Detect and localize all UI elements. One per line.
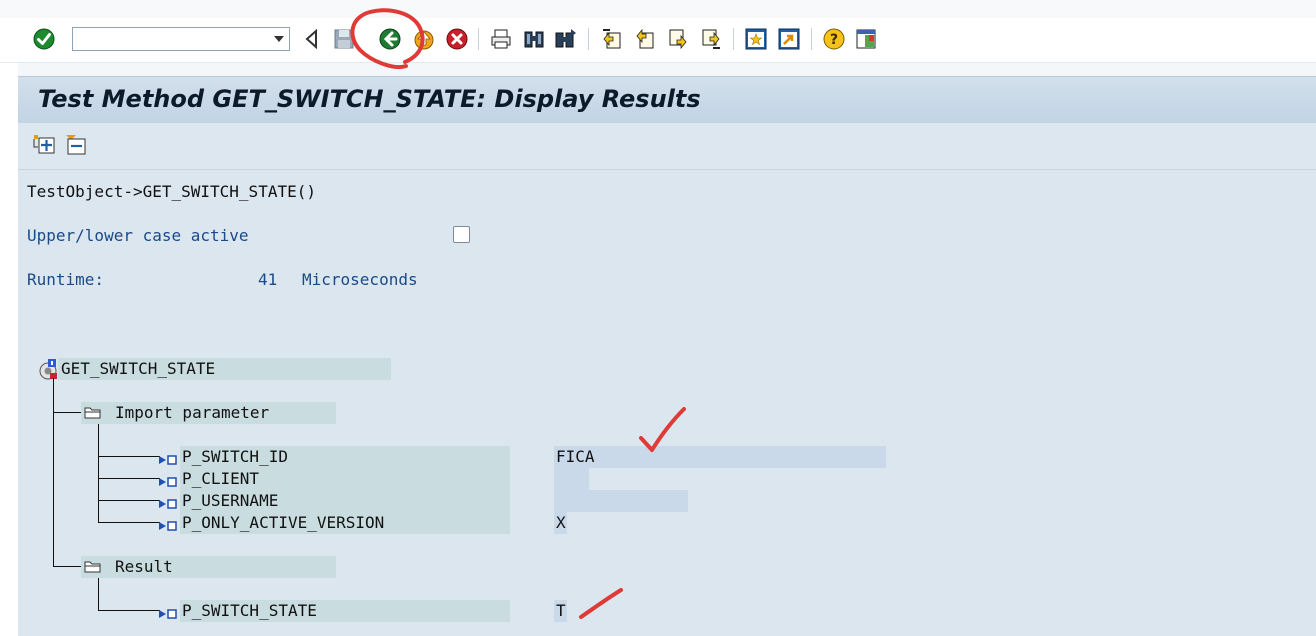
annotation-layer: [350, 8, 686, 619]
annotation-checkmark: [639, 407, 686, 452]
annotation-checkmark: [579, 588, 623, 619]
annotation-circle: [350, 8, 425, 69]
